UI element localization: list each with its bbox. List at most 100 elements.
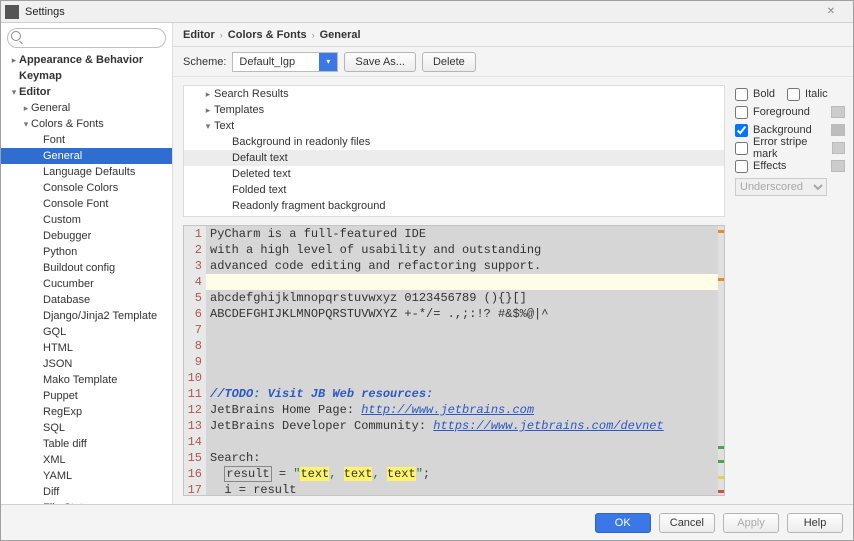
category-item-label: Background in readonly files bbox=[232, 136, 370, 148]
breadcrumb-sep-icon: › bbox=[220, 30, 223, 40]
tree-item[interactable]: ▸Appearance & Behavior bbox=[1, 52, 172, 68]
error-stripe-swatch[interactable] bbox=[832, 142, 845, 154]
window-close-button[interactable]: ✕ bbox=[813, 6, 849, 17]
line-number: 6 bbox=[184, 306, 206, 322]
tree-item[interactable]: Database bbox=[1, 292, 172, 308]
category-item[interactable]: Folded text bbox=[184, 182, 724, 198]
chk-error-stripe[interactable]: Error stripe mark bbox=[735, 139, 845, 157]
tree-item-label: XML bbox=[43, 454, 66, 466]
window-title: Settings bbox=[25, 6, 813, 18]
tree-item-label: Colors & Fonts bbox=[31, 118, 104, 130]
tree-item[interactable]: HTML bbox=[1, 340, 172, 356]
code-content bbox=[206, 370, 724, 386]
apply-button[interactable]: Apply bbox=[723, 513, 779, 533]
tree-item[interactable]: Console Colors bbox=[1, 180, 172, 196]
error-stripe-checkbox[interactable] bbox=[735, 142, 748, 155]
tree-item[interactable]: Mako Template bbox=[1, 372, 172, 388]
editor-line: 15Search: bbox=[184, 450, 724, 466]
tree-item[interactable]: General bbox=[1, 148, 172, 164]
preview-link[interactable]: https://www.jetbrains.com/devnet bbox=[433, 419, 663, 433]
tree-item[interactable]: Puppet bbox=[1, 388, 172, 404]
code-content bbox=[206, 354, 724, 370]
tree-item[interactable]: Debugger bbox=[1, 228, 172, 244]
category-item[interactable]: Deleted text bbox=[184, 166, 724, 182]
editor-line: 17 i = result bbox=[184, 482, 724, 496]
effects-swatch[interactable] bbox=[831, 160, 845, 172]
chevron-down-icon[interactable]: ▾ bbox=[319, 53, 337, 71]
tree-item-label: Debugger bbox=[43, 230, 91, 242]
tree-item[interactable]: ▾Editor bbox=[1, 84, 172, 100]
scheme-select[interactable]: Default_lgp ▾ bbox=[232, 52, 338, 72]
breadcrumb-mid[interactable]: Colors & Fonts bbox=[228, 29, 307, 41]
tree-item[interactable]: XML bbox=[1, 452, 172, 468]
category-item[interactable]: ▾Text bbox=[184, 118, 724, 134]
help-button[interactable]: Help bbox=[787, 513, 843, 533]
tree-item[interactable]: File Status bbox=[1, 500, 172, 504]
mid-column: ▸Search Results▸Templates▾Text Background… bbox=[173, 77, 735, 504]
tree-item[interactable]: SQL bbox=[1, 420, 172, 436]
tree-item[interactable]: Console Font bbox=[1, 196, 172, 212]
foreground-swatch[interactable] bbox=[831, 106, 845, 118]
code-content: with a high level of usability and outst… bbox=[206, 242, 724, 258]
tree-item[interactable]: Keymap bbox=[1, 68, 172, 84]
editor-line: 6ABCDEFGHIJKLMNOPQRSTUVWXYZ +-*/= .,;:!?… bbox=[184, 306, 724, 322]
category-item[interactable]: ▸Search Results bbox=[184, 86, 724, 102]
tree-item[interactable]: Language Defaults bbox=[1, 164, 172, 180]
tree-item-label: YAML bbox=[43, 470, 72, 482]
delete-button[interactable]: Delete bbox=[422, 52, 476, 72]
preview-link[interactable]: http://www.jetbrains.com bbox=[361, 403, 534, 417]
tree-item[interactable]: Cucumber bbox=[1, 276, 172, 292]
chk-italic[interactable]: Italic bbox=[787, 85, 828, 103]
ok-button[interactable]: OK bbox=[595, 513, 651, 533]
tree-item[interactable]: Custom bbox=[1, 212, 172, 228]
chk-bold[interactable]: Bold bbox=[735, 85, 775, 103]
line-number: 1 bbox=[184, 226, 206, 242]
breadcrumb-root[interactable]: Editor bbox=[183, 29, 215, 41]
breadcrumb-leaf: General bbox=[320, 29, 361, 41]
tree-item[interactable]: YAML bbox=[1, 468, 172, 484]
tree-item[interactable]: ▸General bbox=[1, 100, 172, 116]
category-item[interactable]: Readonly fragment background bbox=[184, 198, 724, 214]
tree-item[interactable]: Table diff bbox=[1, 436, 172, 452]
cancel-button[interactable]: Cancel bbox=[659, 513, 715, 533]
error-stripe[interactable] bbox=[718, 226, 724, 495]
save-as-button[interactable]: Save As... bbox=[344, 52, 416, 72]
tree-item[interactable]: Django/Jinja2 Template bbox=[1, 308, 172, 324]
code-content bbox=[206, 322, 724, 338]
category-item[interactable]: Background in readonly files bbox=[184, 134, 724, 150]
foreground-checkbox[interactable] bbox=[735, 106, 748, 119]
code-content: i = result bbox=[206, 482, 724, 496]
bold-checkbox[interactable] bbox=[735, 88, 748, 101]
scheme-label: Scheme: bbox=[183, 56, 226, 68]
tree-item-label: Font bbox=[43, 134, 65, 146]
tree-item[interactable]: Diff bbox=[1, 484, 172, 500]
color-preview-editor[interactable]: 1PyCharm is a full-featured IDE2with a h… bbox=[183, 225, 725, 496]
category-item[interactable]: ▸Templates bbox=[184, 102, 724, 118]
tree-item[interactable]: ▾Colors & Fonts bbox=[1, 116, 172, 132]
effects-checkbox[interactable] bbox=[735, 160, 748, 173]
settings-search-input[interactable] bbox=[7, 28, 166, 48]
dialog-footer: OK Cancel Apply Help bbox=[1, 504, 853, 540]
main-panel: Editor › Colors & Fonts › General Scheme… bbox=[173, 23, 853, 504]
tree-item[interactable]: Python bbox=[1, 244, 172, 260]
italic-checkbox[interactable] bbox=[787, 88, 800, 101]
background-swatch[interactable] bbox=[831, 124, 845, 136]
tree-item[interactable]: JSON bbox=[1, 356, 172, 372]
category-item[interactable]: Soft wrap sign bbox=[184, 214, 724, 217]
code-content: PyCharm is a full-featured IDE bbox=[206, 226, 724, 242]
tree-item[interactable]: Buildout config bbox=[1, 260, 172, 276]
effects-type-select[interactable]: Underscored bbox=[735, 178, 827, 196]
chk-foreground[interactable]: Foreground bbox=[735, 103, 845, 121]
settings-tree[interactable]: ▸Appearance & BehaviorKeymap▾Editor▸Gene… bbox=[1, 52, 172, 504]
line-number: 11 bbox=[184, 386, 206, 402]
category-list[interactable]: ▸Search Results▸Templates▾Text Background… bbox=[183, 85, 725, 217]
background-checkbox[interactable] bbox=[735, 124, 748, 137]
code-content: advanced code editing and refactoring su… bbox=[206, 258, 724, 274]
line-number: 17 bbox=[184, 482, 206, 496]
category-item-label: Soft wrap sign bbox=[232, 216, 302, 217]
tree-item-label: Diff bbox=[43, 486, 59, 498]
tree-item[interactable]: Font bbox=[1, 132, 172, 148]
tree-item[interactable]: GQL bbox=[1, 324, 172, 340]
category-item[interactable]: Default text bbox=[184, 150, 724, 166]
tree-item[interactable]: RegExp bbox=[1, 404, 172, 420]
